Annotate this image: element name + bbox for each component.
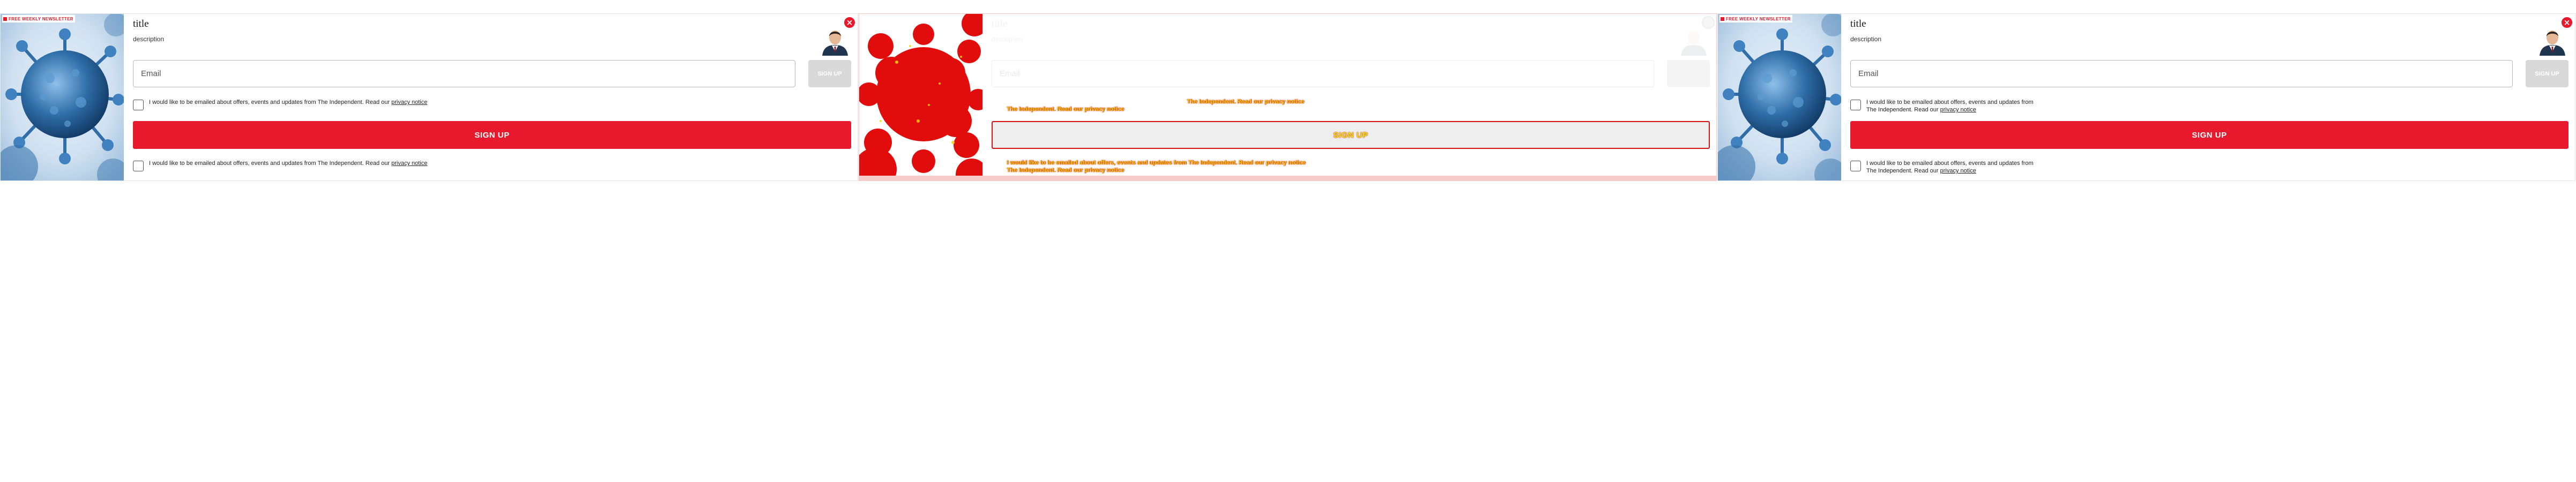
privacy-notice-link[interactable]: privacy notice (391, 99, 427, 106)
signup-button-secondary[interactable]: SIGN UP (2526, 60, 2568, 87)
badge-square-icon (1721, 17, 1724, 21)
email-field[interactable] (133, 60, 795, 87)
badge-square-icon (3, 17, 7, 21)
badge-label: FREE WEEKLY NEWSLETTER (9, 16, 73, 21)
privacy-notice-link[interactable]: privacy notice (1940, 107, 1976, 113)
coronavirus-image (1, 14, 124, 180)
privacy-notice-link[interactable]: privacy notice (391, 160, 427, 167)
consent-checkbox[interactable] (1850, 161, 1861, 171)
comparison-stage: FREE WEEKLY NEWSLETTER title description… (0, 0, 2576, 482)
newsletter-badge: FREE WEEKLY NEWSLETTER (1719, 15, 1792, 22)
diff-consent-text-shift: The Independent. Read our privacy notice (1007, 106, 1124, 112)
diff-consent-text-shift: The Independent. Read our privacy notice (1187, 99, 1304, 105)
diff-consent-text-shift: The Independent. Read our privacy notice (1007, 167, 1124, 174)
signup-content: title description SIGN UP I would like t… (1850, 14, 2568, 180)
newsletter-signup-panel-diff: title description SIGN UP The Independen… (859, 13, 1717, 181)
diff-consent-text: I would like to be emailed about offers,… (1007, 160, 1305, 166)
consent-text: I would like to be emailed about offers,… (149, 99, 427, 106)
signup-button[interactable]: SIGN UP (992, 121, 1710, 149)
close-icon[interactable]: × (2560, 16, 2573, 29)
consent-row: I would like to be emailed about offers,… (133, 99, 427, 110)
newsletter-description: description (133, 35, 165, 43)
newsletter-title: title (992, 18, 1008, 29)
consent-row: I would like to be emailed about offers,… (1850, 160, 2043, 175)
email-field[interactable] (1850, 60, 2513, 87)
diff-highlight-bar (859, 176, 1716, 180)
newsletter-signup-panel-reference: FREE WEEKLY NEWSLETTER title description… (0, 13, 858, 181)
signup-button-secondary[interactable]: SIGN UP (1667, 60, 1710, 87)
author-avatar (819, 24, 851, 56)
consent-text: I would like to be emailed about offers,… (1866, 99, 2043, 114)
signup-button-secondary[interactable]: SIGN UP (808, 60, 851, 87)
author-avatar (2536, 24, 2568, 56)
consent-checkbox[interactable] (133, 100, 144, 110)
privacy-notice-link[interactable]: privacy notice (1940, 168, 1976, 174)
consent-row: I would like to be emailed about offers,… (1850, 99, 2043, 114)
email-field[interactable] (992, 60, 1654, 87)
consent-checkbox[interactable] (1850, 100, 1861, 110)
consent-row: I would like to be emailed about offers,… (133, 160, 427, 171)
signup-content: title description SIGN UP I would like t… (133, 14, 851, 180)
newsletter-title: title (133, 18, 149, 29)
consent-text: I would like to be emailed about offers,… (149, 160, 427, 167)
privacy-notice-link[interactable]: privacy notice (1265, 160, 1305, 166)
newsletter-title: title (1850, 18, 1866, 29)
badge-label: FREE WEEKLY NEWSLETTER (1726, 16, 1791, 21)
signup-content-diff: title description SIGN UP The Independen… (992, 14, 1710, 180)
consent-checkbox[interactable] (133, 161, 144, 171)
close-icon[interactable]: × (1702, 16, 1715, 29)
coronavirus-image (1718, 14, 1841, 180)
newsletter-signup-panel-candidate: FREE WEEKLY NEWSLETTER title description… (1717, 13, 2575, 181)
close-icon[interactable]: × (843, 16, 856, 29)
consent-label: I would like to be emailed about offers,… (149, 99, 392, 106)
consent-text: I would like to be emailed about offers,… (1866, 160, 2043, 175)
signup-button[interactable]: SIGN UP (133, 121, 851, 149)
consent-label: I would like to be emailed about offers,… (1007, 160, 1266, 166)
consent-label: I would like to be emailed about offers,… (149, 160, 392, 167)
newsletter-description: description (1850, 35, 1882, 43)
newsletter-description: description (992, 35, 1023, 43)
coronavirus-image-diff (859, 14, 982, 180)
signup-button[interactable]: SIGN UP (1850, 121, 2568, 149)
author-avatar (1678, 24, 1710, 56)
newsletter-badge: FREE WEEKLY NEWSLETTER (2, 15, 75, 22)
